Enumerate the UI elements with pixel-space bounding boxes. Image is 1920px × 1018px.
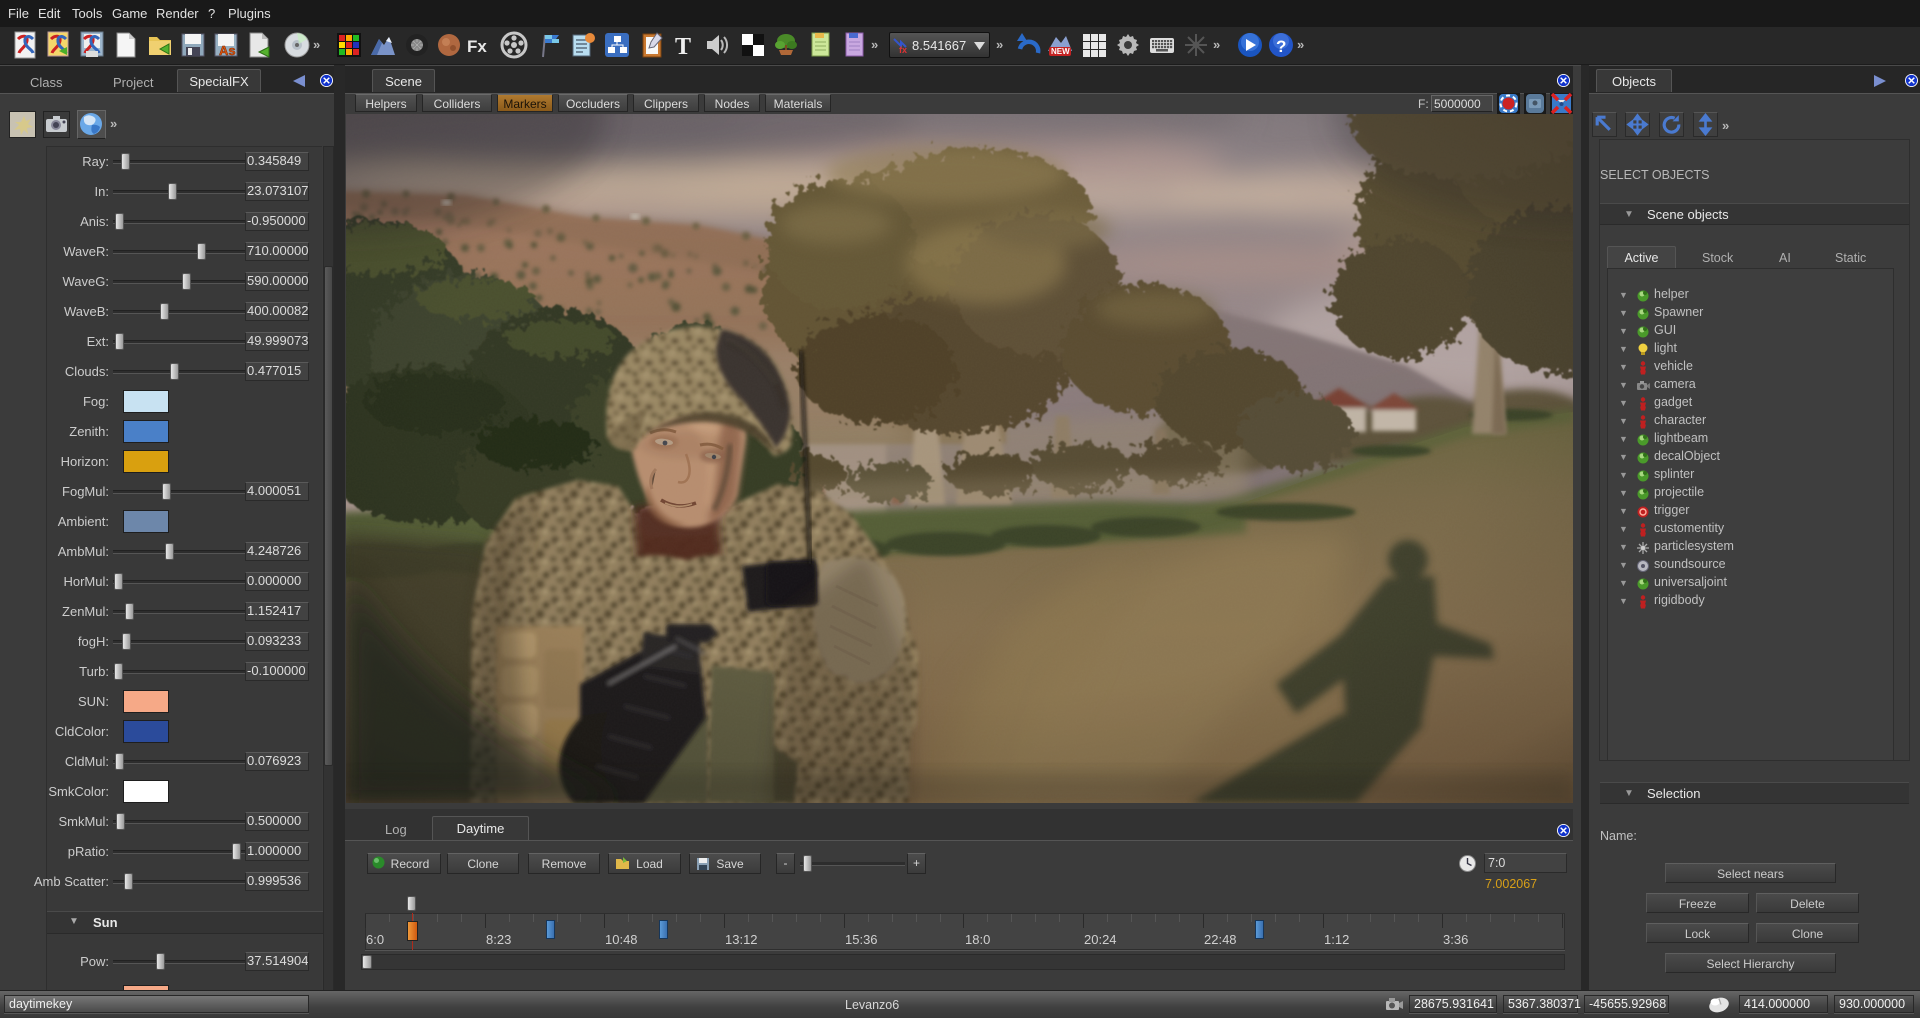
svg-text:Fx: Fx bbox=[467, 37, 487, 56]
svg-text:fx: fx bbox=[899, 45, 907, 55]
svg-text:?: ? bbox=[1276, 37, 1286, 56]
svg-text:NEW: NEW bbox=[1051, 47, 1070, 56]
svg-text:T: T bbox=[675, 34, 691, 59]
svg-text:As: As bbox=[219, 43, 236, 58]
